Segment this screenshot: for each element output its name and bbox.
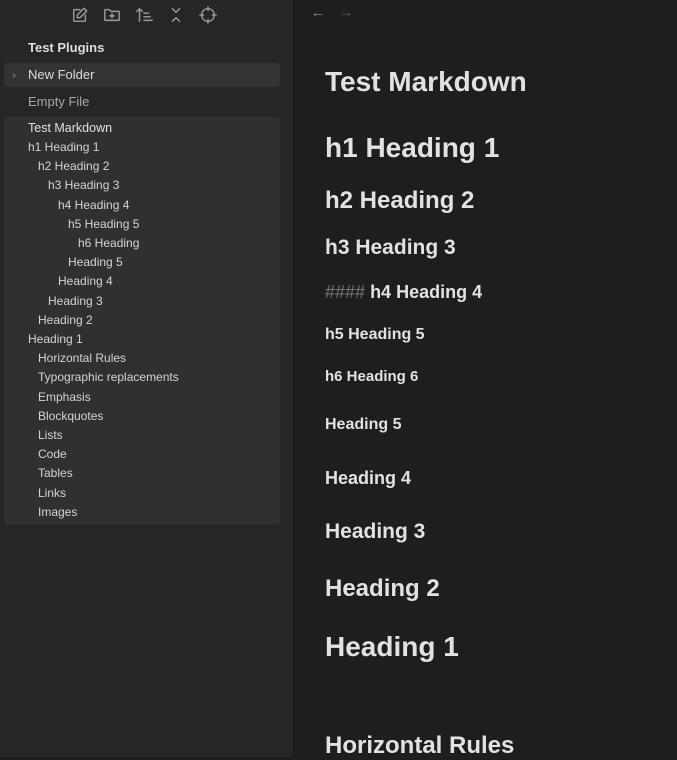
heading-1: Heading 1 [325, 631, 459, 662]
back-arrow-icon[interactable]: ← [309, 4, 327, 21]
outline-item[interactable]: h3 Heading 3 [48, 178, 119, 193]
note-title: Test Markdown [325, 66, 527, 97]
heading-h4: #### h4 Heading 4 [325, 282, 482, 303]
outline-item[interactable]: Code [38, 447, 67, 462]
outline-item[interactable]: Typographic replacements [38, 370, 179, 385]
reveal-active-file-button[interactable] [195, 4, 221, 26]
new-note-button[interactable] [67, 4, 93, 26]
forward-arrow-icon[interactable]: → [337, 4, 355, 21]
heading-horizontal-rules: Horizontal Rules [325, 732, 515, 759]
file-explorer-toolbar [67, 4, 221, 26]
file-explorer-sidebar: Test Plugins › New Folder Empty File Tes… [0, 0, 292, 757]
sort-icon [136, 7, 153, 23]
outline-item[interactable]: Heading 4 [58, 274, 113, 289]
folder-new-folder[interactable]: › New Folder [4, 63, 280, 87]
outline-item[interactable]: Heading 2 [38, 313, 93, 328]
heading-h2: h2 Heading 2 [325, 187, 475, 214]
chevron-right-icon: › [12, 68, 16, 82]
heading-3: Heading 3 [325, 520, 426, 543]
heading-h5: h5 Heading 5 [325, 326, 425, 343]
outline-item[interactable]: Images [38, 505, 77, 520]
outline-file-title[interactable]: Test Markdown [28, 121, 112, 136]
outline-item[interactable]: h1 Heading 1 [28, 140, 99, 155]
outline-item[interactable]: Heading 5 [68, 255, 123, 270]
heading-4: Heading 4 [325, 468, 412, 488]
outline-item[interactable]: Blockquotes [38, 409, 103, 424]
file-label: Empty File [28, 94, 90, 109]
outline-item[interactable]: Heading 3 [48, 294, 103, 309]
outline-item[interactable]: Links [38, 486, 66, 501]
outline-item[interactable]: Tables [38, 466, 73, 481]
heading-5: Heading 5 [325, 416, 402, 433]
outline-item[interactable]: Horizontal Rules [38, 351, 126, 366]
editor-nav: ← → [309, 4, 355, 21]
folder-label: New Folder [28, 67, 95, 82]
outline-item[interactable]: h4 Heading 4 [58, 198, 129, 213]
heading-h3: h3 Heading 3 [325, 236, 456, 259]
h4-heading-text: h4 Heading 4 [370, 282, 483, 302]
new-folder-button[interactable] [99, 4, 125, 26]
collapse-all-icon [171, 7, 181, 23]
outline-item[interactable]: Lists [38, 428, 63, 443]
outline-item[interactable]: h5 Heading 5 [68, 217, 139, 232]
outline-item[interactable]: h2 Heading 2 [38, 159, 109, 174]
sort-button[interactable] [131, 4, 157, 26]
file-empty-file[interactable]: Empty File [4, 90, 280, 114]
new-note-icon [72, 7, 88, 23]
heading-h6: h6 Heading 6 [325, 368, 419, 385]
h4-markdown-marker: #### [325, 282, 366, 302]
outline-item[interactable]: Heading 1 [28, 332, 83, 347]
outline-item[interactable]: Emphasis [38, 390, 91, 405]
heading-2: Heading 2 [325, 575, 440, 602]
heading-h1: h1 Heading 1 [325, 132, 500, 163]
reveal-file-icon [199, 6, 217, 24]
collapse-all-button[interactable] [163, 4, 189, 26]
vault-title[interactable]: Test Plugins [28, 40, 104, 55]
new-folder-icon [104, 8, 120, 22]
outline-item[interactable]: h6 Heading [78, 236, 139, 251]
